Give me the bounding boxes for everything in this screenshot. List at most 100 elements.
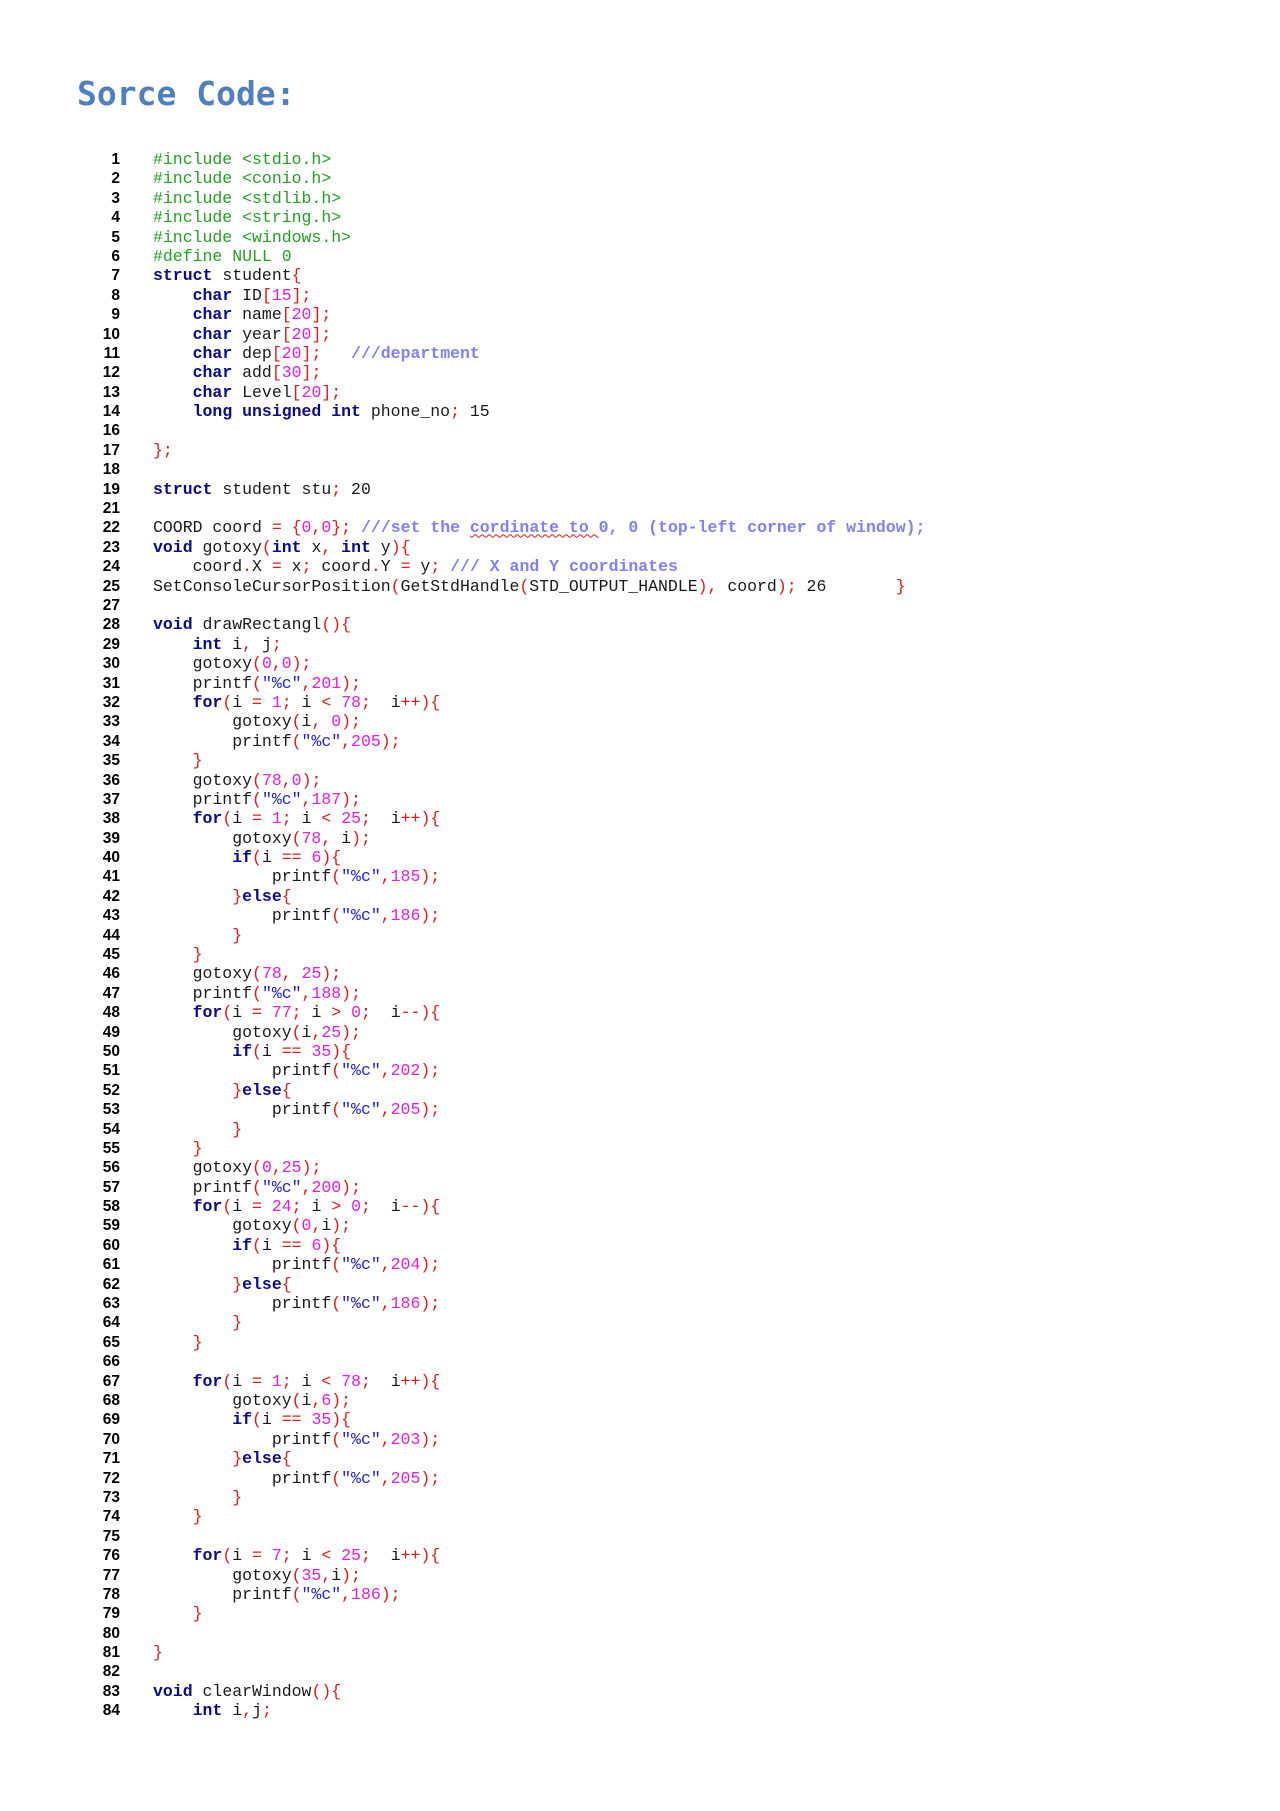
code-token: --){ [400,1003,441,1023]
code-token: printf [153,1100,332,1120]
code-token: } [232,1313,243,1333]
code-line: 52 }else{ [95,1081,292,1100]
code-token: == [281,1235,302,1255]
line-number: 37 [102,790,120,808]
code-token: , [301,789,312,809]
code-token: 7 [271,1546,282,1566]
code-token: 25 [281,1158,302,1178]
code-token: } [192,1604,203,1624]
code-line: 33 gotoxy(i, 0); [95,712,361,731]
line-number: 41 [102,868,120,886]
code-text: gotoxy(i,25); [153,1023,361,1042]
code-line: 24 coord.X = x; coord.Y = y; /// X and Y… [95,557,678,576]
code-token: int [271,537,302,557]
page-title: Sorce Code: [77,74,296,113]
line-number: 25 [102,577,120,595]
code-text: printf("%c",204); [153,1255,440,1274]
code-token: ( [222,692,233,712]
code-token: 201 [311,673,342,693]
code-token: y [410,557,431,577]
code-token: = [252,1197,262,1217]
line-number: 21 [102,500,120,518]
code-token: i [370,809,401,829]
code-text: printf("%c",205); [153,731,400,751]
code-token: ( [331,867,342,887]
code-token: ); [420,1061,441,1081]
code-text: printf("%c",186); [153,1294,440,1313]
code-token: char [192,382,233,402]
code-token: 205 [351,731,381,751]
code-text: printf("%c",205); [153,1469,440,1488]
line-number: 65 [102,1333,120,1351]
code-token: 0 [261,1158,272,1178]
code-token: if [232,1235,253,1255]
code-line: 45 } [95,945,203,964]
code-token: ); [420,1294,441,1314]
code-token: [ [271,363,282,383]
code-token: ; [361,692,371,712]
code-token: for [192,1003,223,1023]
code-token: { [291,518,302,538]
code-token: printf [153,1255,332,1275]
code-token: 204 [390,1255,421,1275]
code-text: } [153,1507,203,1526]
code-text: for(i = 1; i < 25; i++){ [153,809,441,829]
code-token: struct [153,479,213,499]
code-token: x [281,557,302,577]
code-token: < [321,692,332,712]
code-token: > [331,1197,342,1217]
code-token: ); [341,673,361,693]
code-token: i [232,1197,253,1217]
code-text: } [153,1488,242,1507]
code-token: ; [331,479,342,499]
line-number: 34 [102,732,120,750]
line-number: 56 [102,1159,120,1177]
code-token: i [331,828,352,848]
code-line: 40 if(i == 6){ [95,848,341,867]
code-token: } [232,1487,243,1507]
line-number: 14 [102,403,120,421]
code-text: #include <conio.h> [153,169,331,188]
code-token: } [232,1449,243,1469]
code-text: }; [153,441,173,460]
code-line: 9 char name[20]; [95,305,331,324]
code-token: ///set the [360,518,470,538]
code-token: STD_OUTPUT_HANDLE [529,576,698,596]
code-token: ; [361,1003,371,1023]
code-token: ){ [321,1235,342,1255]
code-token: = [252,692,262,712]
code-token: ); [301,770,322,790]
code-token: }; [153,440,173,460]
code-token: { [291,266,302,286]
code-text: if(i == 35){ [153,1042,351,1061]
code-token: ( [390,576,401,596]
code-line: 8 char ID[15]; [95,286,311,305]
code-token: 0 [351,1197,362,1217]
code-listing: 1 #include <stdio.h> 2 #include <conio.h> 3 #… [95,150,926,1721]
code-token: long unsigned int [192,402,361,422]
code-token: i [370,1003,401,1023]
code-token: ( [252,983,262,1003]
code-token: "%c" [301,1584,342,1604]
code-token: , [380,1429,391,1449]
code-token: char [192,363,233,383]
line-number: 27 [102,596,120,614]
code-token: , [311,1216,322,1236]
code-token: for [192,1371,223,1391]
code-token: i [232,1546,253,1566]
code-token: 25 [341,1546,362,1566]
line-number: 53 [102,1101,120,1119]
code-token: student [212,266,292,286]
line-number: 36 [102,771,120,789]
code-line: 7 struct student{ [95,266,301,285]
code-token: i [232,809,253,829]
line-number: 50 [102,1042,120,1060]
code-line: 64 } [95,1313,242,1332]
code-line: 61 printf("%c",204); [95,1255,440,1274]
code-token: i [370,1546,401,1566]
code-token: { [281,1274,292,1294]
